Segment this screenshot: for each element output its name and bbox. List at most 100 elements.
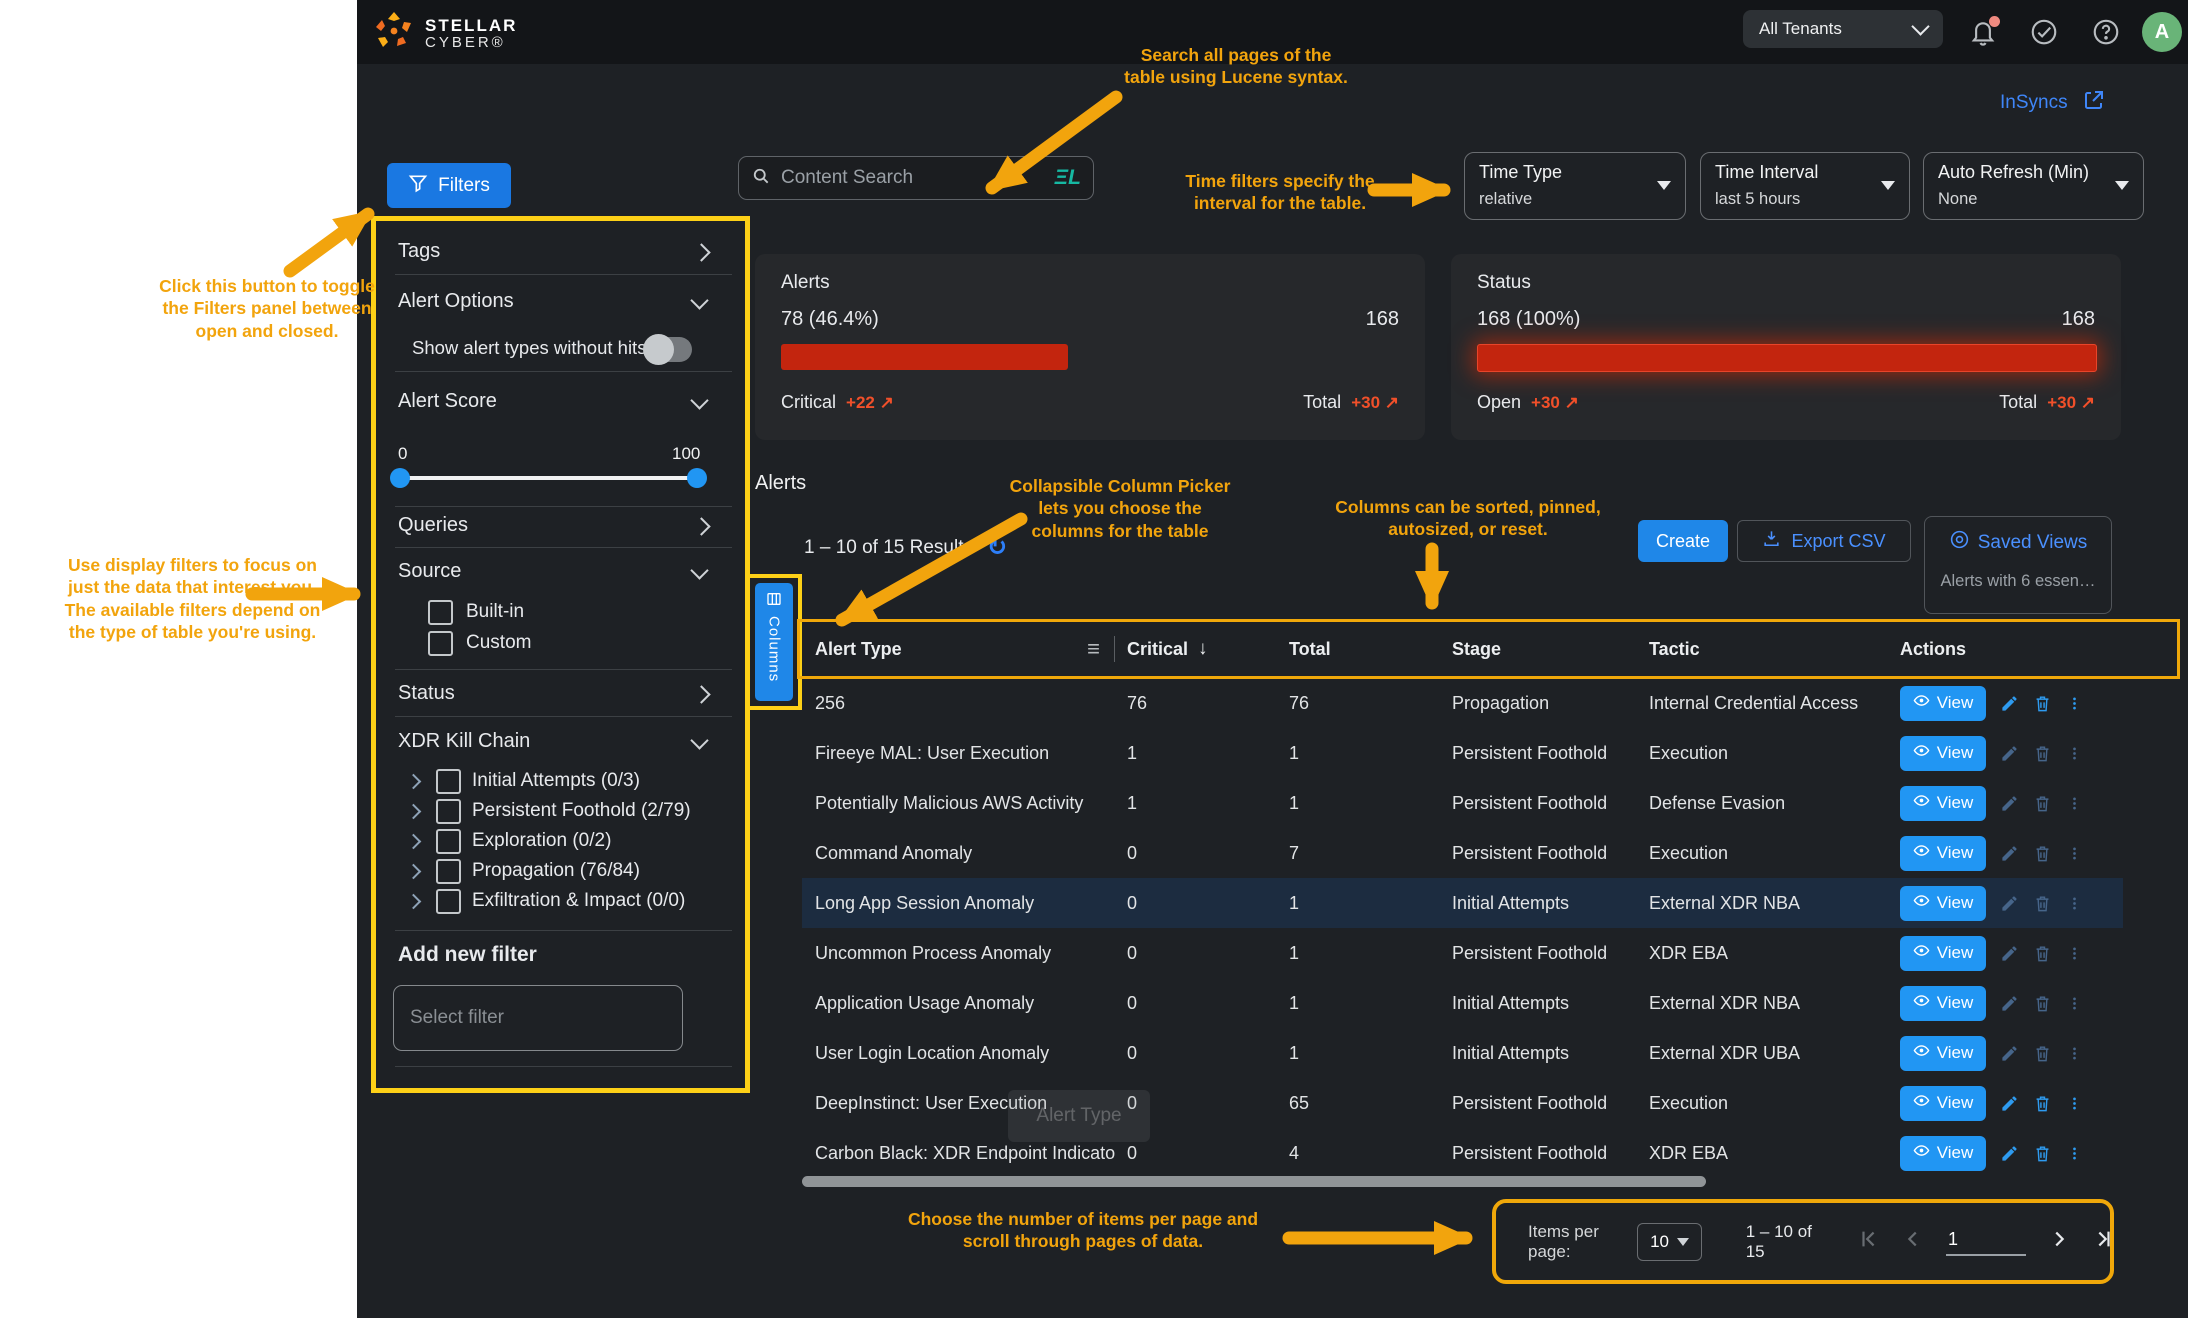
delete-trash-icon[interactable] — [2033, 1044, 2052, 1063]
create-button[interactable]: Create — [1638, 520, 1728, 562]
external-link-icon[interactable] — [2082, 88, 2106, 118]
content-search[interactable]: ΞL — [738, 156, 1094, 200]
help-icon[interactable] — [2088, 14, 2124, 50]
slider-handle-min[interactable] — [390, 468, 410, 488]
checkbox-exploration[interactable] — [436, 829, 461, 854]
edit-pencil-icon[interactable] — [2000, 894, 2019, 913]
time-interval-dropdown[interactable]: Time Interval last 5 hours — [1700, 152, 1910, 220]
filters-toggle-button[interactable]: Filters — [387, 163, 511, 208]
table-row[interactable]: Long App Session Anomaly01Initial Attemp… — [802, 878, 2123, 928]
edit-pencil-icon[interactable] — [2000, 944, 2019, 963]
view-button[interactable]: View — [1900, 1136, 1986, 1171]
page-number-input[interactable] — [1946, 1228, 2026, 1256]
view-button[interactable]: View — [1900, 886, 1986, 921]
show-alert-types-toggle[interactable] — [645, 337, 692, 362]
columns-picker-button[interactable]: Columns — [755, 583, 793, 701]
more-options-kebab-icon[interactable] — [2066, 695, 2083, 712]
table-row[interactable]: Potentially Malicious AWS Activity11Pers… — [802, 778, 2123, 828]
view-button[interactable]: View — [1900, 786, 1986, 821]
table-row[interactable]: DeepInstinct: User Execution065Persisten… — [802, 1078, 2123, 1128]
table-row[interactable]: Fireeye MAL: User Execution11Persistent … — [802, 728, 2123, 778]
column-header-critical[interactable]: Critical — [1127, 639, 1188, 660]
edit-pencil-icon[interactable] — [2000, 794, 2019, 813]
saved-views-dropdown[interactable]: Saved Views Alerts with 6 essen… — [1924, 516, 2112, 614]
next-page-button[interactable] — [2048, 1228, 2070, 1255]
delete-trash-icon[interactable] — [2033, 994, 2052, 1013]
delete-trash-icon[interactable] — [2033, 1144, 2052, 1163]
more-options-kebab-icon[interactable] — [2066, 1045, 2083, 1062]
delete-trash-icon[interactable] — [2033, 944, 2052, 963]
alert-score-slider[interactable] — [398, 476, 698, 480]
sort-descending-icon[interactable]: ↓ — [1198, 638, 1208, 660]
filter-section-queries[interactable]: Queries — [398, 514, 468, 537]
column-header-total[interactable]: Total — [1289, 639, 1331, 660]
edit-pencil-icon[interactable] — [2000, 1144, 2019, 1163]
filter-section-source[interactable]: Source — [398, 560, 461, 583]
checkbox-initial-attempts[interactable] — [436, 769, 461, 794]
more-options-kebab-icon[interactable] — [2066, 745, 2083, 762]
table-row[interactable]: Uncommon Process Anomaly01Persistent Foo… — [802, 928, 2123, 978]
lucene-icon[interactable]: ΞL — [1054, 166, 1081, 190]
more-options-kebab-icon[interactable] — [2066, 995, 2083, 1012]
edit-pencil-icon[interactable] — [2000, 694, 2019, 713]
more-options-kebab-icon[interactable] — [2066, 895, 2083, 912]
checkbox-custom[interactable] — [428, 631, 453, 656]
checkbox-exfiltration-impact[interactable] — [436, 889, 461, 914]
table-row[interactable]: 2567676PropagationInternal Credential Ac… — [802, 678, 2123, 728]
delete-trash-icon[interactable] — [2033, 894, 2052, 913]
more-options-kebab-icon[interactable] — [2066, 1095, 2083, 1112]
checkbox-persistent-foothold[interactable] — [436, 799, 461, 824]
export-csv-button[interactable]: Export CSV — [1737, 520, 1911, 562]
checkbox-built-in[interactable] — [428, 600, 453, 625]
column-header-tactic[interactable]: Tactic — [1649, 639, 1700, 660]
last-page-button[interactable] — [2092, 1228, 2114, 1255]
more-options-kebab-icon[interactable] — [2066, 845, 2083, 862]
table-row[interactable]: User Login Location Anomaly01Initial Att… — [802, 1028, 2123, 1078]
tenant-selector[interactable]: All Tenants — [1743, 10, 1943, 48]
first-page-button[interactable] — [1858, 1228, 1880, 1255]
delete-trash-icon[interactable] — [2033, 1094, 2052, 1113]
column-menu-icon[interactable]: ≡ — [1087, 636, 1100, 662]
view-button[interactable]: View — [1900, 986, 1986, 1021]
table-row[interactable]: Application Usage Anomaly01Initial Attem… — [802, 978, 2123, 1028]
tasks-check-icon[interactable] — [2026, 14, 2062, 50]
select-filter-input[interactable] — [393, 985, 683, 1051]
horizontal-scrollbar[interactable] — [802, 1176, 1706, 1187]
edit-pencil-icon[interactable] — [2000, 1044, 2019, 1063]
more-options-kebab-icon[interactable] — [2066, 945, 2083, 962]
filter-section-tags[interactable]: Tags — [398, 240, 440, 263]
view-button[interactable]: View — [1900, 836, 1986, 871]
edit-pencil-icon[interactable] — [2000, 744, 2019, 763]
column-header-stage[interactable]: Stage — [1452, 639, 1501, 660]
filter-section-xdr-kill-chain[interactable]: XDR Kill Chain — [398, 730, 530, 753]
slider-handle-max[interactable] — [687, 468, 707, 488]
filter-section-status[interactable]: Status — [398, 682, 455, 705]
auto-refresh-dropdown[interactable]: Auto Refresh (Min) None — [1923, 152, 2144, 220]
delete-trash-icon[interactable] — [2033, 794, 2052, 813]
time-type-dropdown[interactable]: Time Type relative — [1464, 152, 1686, 220]
view-button[interactable]: View — [1900, 936, 1986, 971]
checkbox-propagation[interactable] — [436, 859, 461, 884]
notifications-bell-icon[interactable] — [1965, 14, 2001, 50]
filter-section-alert-score[interactable]: Alert Score — [398, 390, 497, 413]
more-options-kebab-icon[interactable] — [2066, 795, 2083, 812]
view-button[interactable]: View — [1900, 1036, 1986, 1071]
search-input[interactable] — [779, 166, 1046, 190]
previous-page-button[interactable] — [1902, 1228, 1924, 1255]
table-row[interactable]: Carbon Black: XDR Endpoint Indicato04Per… — [802, 1128, 2123, 1178]
delete-trash-icon[interactable] — [2033, 744, 2052, 763]
table-row[interactable]: Command Anomaly07Persistent FootholdExec… — [802, 828, 2123, 878]
edit-pencil-icon[interactable] — [2000, 994, 2019, 1013]
edit-pencil-icon[interactable] — [2000, 844, 2019, 863]
edit-pencil-icon[interactable] — [2000, 1094, 2019, 1113]
view-button[interactable]: View — [1900, 1086, 1986, 1121]
insyncs-link[interactable]: InSyncs — [2000, 92, 2068, 114]
view-button[interactable]: View — [1900, 686, 1986, 721]
view-button[interactable]: View — [1900, 736, 1986, 771]
delete-trash-icon[interactable] — [2033, 694, 2052, 713]
column-header-alert-type[interactable]: Alert Type — [815, 639, 902, 660]
delete-trash-icon[interactable] — [2033, 844, 2052, 863]
items-per-page-select[interactable]: 10 — [1637, 1223, 1702, 1261]
more-options-kebab-icon[interactable] — [2066, 1145, 2083, 1162]
user-avatar[interactable]: A — [2142, 12, 2182, 52]
